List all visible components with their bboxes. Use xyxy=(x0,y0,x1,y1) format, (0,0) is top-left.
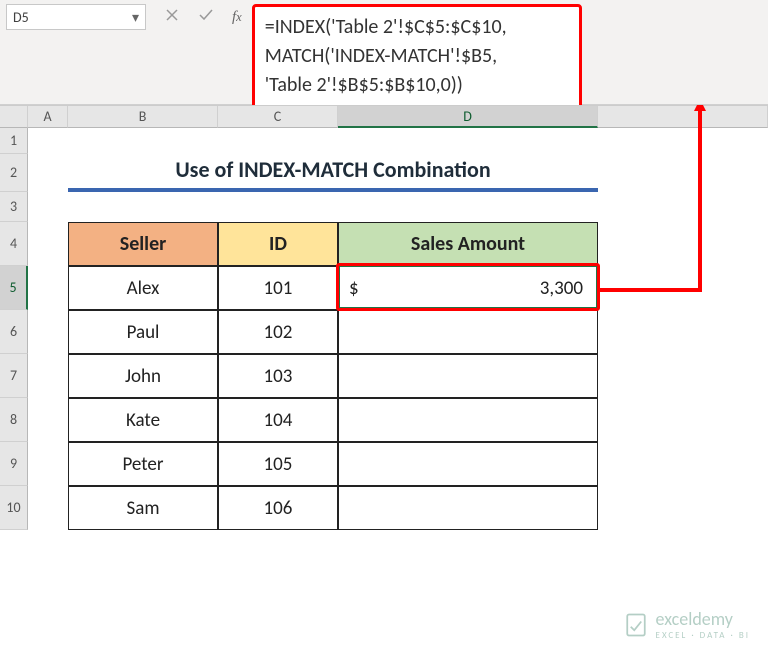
fx-icon[interactable]: fx xyxy=(232,4,252,30)
row-header[interactable]: 7 xyxy=(0,354,28,398)
column-headers: A B C D xyxy=(0,105,768,128)
formula-input[interactable]: =INDEX('Table 2'!$C$5:$C$10, MATCH('INDE… xyxy=(252,4,582,109)
cell-sales[interactable] xyxy=(338,442,598,486)
cell-id[interactable]: 101 xyxy=(218,266,338,310)
cell-id[interactable]: 105 xyxy=(218,442,338,486)
col-header[interactable]: A xyxy=(28,106,68,128)
col-header[interactable] xyxy=(598,106,768,128)
watermark-brand: exceldemy xyxy=(656,608,733,630)
formula-line: 'Table 2'!$B$5:$B$10,0)) xyxy=(265,71,569,100)
cell-id[interactable]: 104 xyxy=(218,398,338,442)
cell-seller[interactable]: Paul xyxy=(68,310,218,354)
chevron-down-icon[interactable]: ▾ xyxy=(132,9,139,26)
watermark: exceldemy EXCEL · DATA · BI xyxy=(622,608,750,641)
select-all-corner[interactable] xyxy=(0,106,28,128)
table-header-seller: Seller xyxy=(68,222,218,266)
row-header[interactable]: 2 xyxy=(0,154,28,192)
row-header[interactable]: 8 xyxy=(0,398,28,442)
cell-seller[interactable]: Kate xyxy=(68,398,218,442)
cell-sales[interactable]: $ 3,300 xyxy=(338,266,598,310)
name-box[interactable]: D5 ▾ xyxy=(6,4,146,30)
currency-symbol: $ xyxy=(349,277,359,300)
cell-seller[interactable]: Peter xyxy=(68,442,218,486)
col-header[interactable]: C xyxy=(218,106,338,128)
row-header[interactable]: 5 xyxy=(0,266,28,310)
cell-sales[interactable] xyxy=(338,398,598,442)
cell-id[interactable]: 102 xyxy=(218,310,338,354)
cell-seller[interactable]: John xyxy=(68,354,218,398)
row-header[interactable]: 10 xyxy=(0,486,28,530)
name-box-value: D5 xyxy=(13,9,29,26)
row-header[interactable]: 4 xyxy=(0,222,28,266)
cell-id[interactable]: 106 xyxy=(218,486,338,530)
cell-seller[interactable]: Alex xyxy=(68,266,218,310)
row-header[interactable]: 1 xyxy=(0,128,28,154)
page-title: Use of INDEX-MATCH Combination xyxy=(68,154,598,192)
col-header[interactable]: B xyxy=(68,106,218,128)
table-header-sales: Sales Amount xyxy=(338,222,598,266)
row-header[interactable]: 6 xyxy=(0,310,28,354)
accept-icon[interactable] xyxy=(198,7,214,28)
row-header[interactable]: 9 xyxy=(0,442,28,486)
cell-sales[interactable] xyxy=(338,486,598,530)
cancel-icon[interactable] xyxy=(164,7,180,28)
logo-icon xyxy=(622,611,650,639)
cell-sales[interactable] xyxy=(338,310,598,354)
cell-sales[interactable] xyxy=(338,354,598,398)
worksheet[interactable]: A B C D 1 2 Use of INDEX-MATCH Combinati… xyxy=(0,105,768,530)
row-header[interactable]: 3 xyxy=(0,192,28,222)
formula-bar-icons xyxy=(146,4,232,30)
currency-value: 3,300 xyxy=(540,277,583,300)
table-header-id: ID xyxy=(218,222,338,266)
formula-line: =INDEX('Table 2'!$C$5:$C$10, xyxy=(265,13,569,42)
formula-line: MATCH('INDEX-MATCH'!$B5, xyxy=(265,42,569,71)
col-header[interactable]: D xyxy=(338,106,598,128)
watermark-tag: EXCEL · DATA · BI xyxy=(656,630,750,641)
cell-seller[interactable]: Sam xyxy=(68,486,218,530)
formula-bar: D5 ▾ fx =INDEX('Table 2'!$C$5:$C$10, MAT… xyxy=(0,0,768,105)
cell-id[interactable]: 103 xyxy=(218,354,338,398)
